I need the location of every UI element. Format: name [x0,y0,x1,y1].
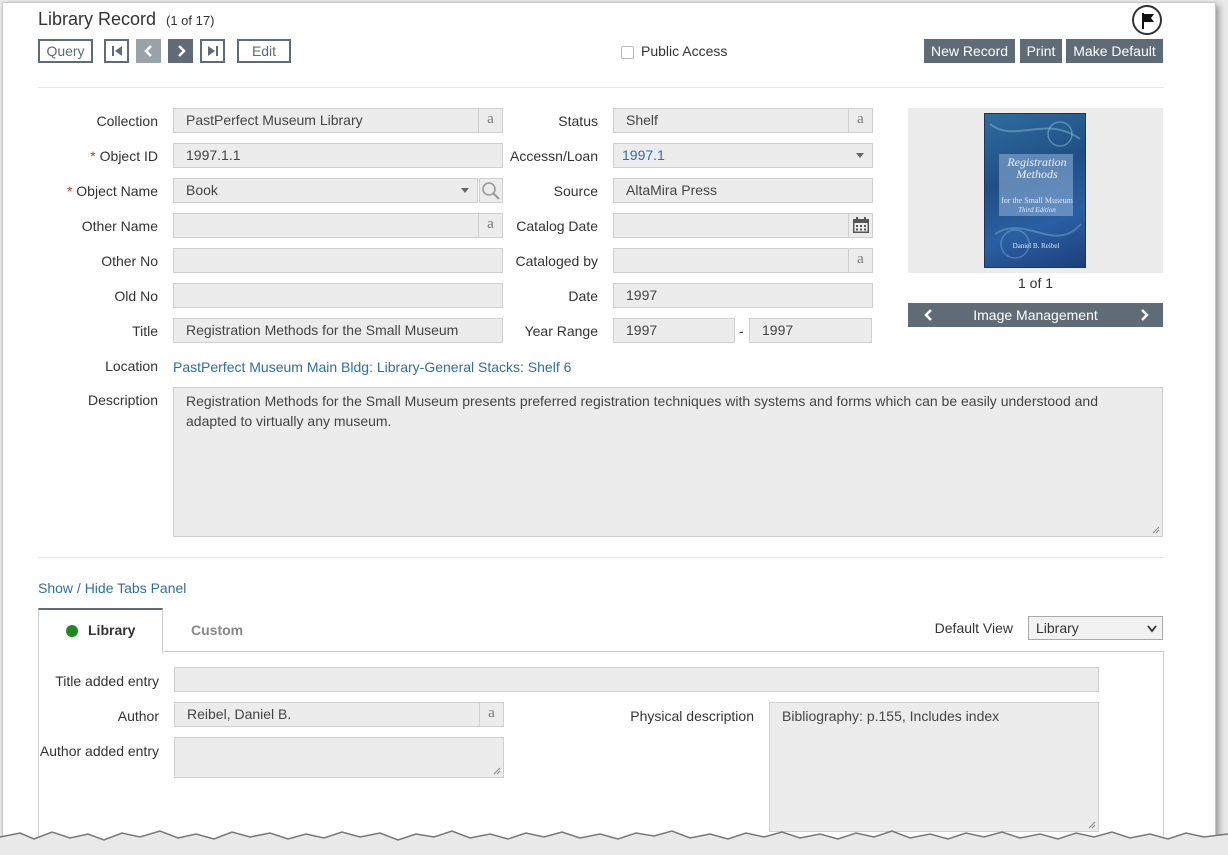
old-no-label: Old No [114,288,158,304]
catalog-date-field[interactable] [613,213,873,238]
authority-icon[interactable]: a [848,109,872,132]
object-id-label: * Object ID [90,148,158,164]
first-record-icon [112,46,122,56]
page-title: Library Record [38,9,157,29]
author-added-entry-label: Author added entry [39,743,159,759]
title-label: Title [132,323,158,339]
search-icon [482,182,500,200]
old-no-field[interactable] [173,283,503,308]
library-record-window: Library Record (1 of 17) Query Edit Publ… [2,2,1216,842]
resize-handle-icon[interactable] [1152,526,1160,534]
year-range-from-field[interactable]: 1997 [613,318,735,343]
other-no-label: Other No [101,253,158,269]
print-button[interactable]: Print [1020,39,1062,63]
record-count: (1 of 17) [166,13,215,28]
cataloged-by-field[interactable]: a [613,248,873,273]
caret-down-icon [856,153,864,158]
other-name-label: Other Name [81,218,158,234]
source-field[interactable]: AltaMira Press [613,178,873,203]
calendar-button[interactable] [848,214,872,237]
tab-custom[interactable]: Custom [191,622,243,638]
make-default-button[interactable]: Make Default [1066,39,1163,63]
required-marker: * [66,183,73,199]
object-name-search-button[interactable] [479,178,503,203]
title-added-entry-field[interactable] [174,667,1099,692]
year-range-to-field[interactable]: 1997 [749,318,872,343]
flag-button[interactable] [1132,5,1162,35]
year-range-separator: - [739,323,744,339]
collection-field[interactable]: PastPerfect Museum Library a [173,108,503,133]
next-image-button[interactable] [1123,303,1163,327]
previous-record-button[interactable] [136,39,161,63]
object-name-select[interactable]: Book [173,178,478,203]
last-record-button[interactable] [200,39,225,63]
previous-image-button[interactable] [908,303,948,327]
chevron-right-icon [178,45,186,57]
next-record-button[interactable] [168,39,193,63]
active-indicator-icon [66,625,78,637]
physical-description-field[interactable]: Bibliography: p.155, Includes index [769,702,1099,832]
author-label: Author [117,708,159,724]
authority-icon[interactable]: a [848,249,872,272]
public-access-label: Public Access [641,43,728,59]
image-nav-bar: Image Management [908,303,1163,327]
authority-icon[interactable]: a [478,109,502,132]
flag-icon [1142,13,1154,29]
date-label: Date [568,288,598,304]
new-record-button[interactable]: New Record [924,39,1015,63]
other-name-field[interactable]: a [173,213,503,238]
tab-library[interactable]: Library [38,608,163,654]
cover-title: Registration Methods [1007,155,1067,181]
calendar-icon [853,217,869,233]
caret-down-icon [461,188,469,193]
first-record-button[interactable] [104,39,129,63]
tab-library-label: Library [88,622,136,638]
cover-subtitle: for the Small Museum Third Edition [1001,196,1073,214]
required-marker: * [90,148,96,164]
title-field[interactable]: Registration Methods for the Small Museu… [173,318,503,343]
author-field[interactable]: Reibel, Daniel B. a [174,702,504,727]
object-id-field[interactable]: 1997.1.1 [173,143,503,168]
image-preview-panel: Registration Methods for the Small Museu… [908,108,1163,273]
query-button[interactable]: Query [38,39,93,63]
catalog-date-label: Catalog Date [516,218,598,234]
authority-icon[interactable]: a [479,703,503,726]
image-management-button[interactable]: Image Management [948,303,1123,327]
accessn-loan-label: Accessn/Loan [510,148,598,164]
chevron-left-icon [924,309,932,321]
book-cover-image[interactable]: Registration Methods for the Small Museu… [984,113,1086,268]
object-name-label: * Object Name [66,183,158,199]
physical-description-label: Physical description [630,708,754,724]
author-added-entry-field[interactable] [174,737,504,778]
edit-button[interactable]: Edit [237,39,291,63]
status-label: Status [558,113,598,129]
last-record-icon [208,46,218,56]
cover-author: Daniel B. Reibel [1012,242,1060,250]
other-no-field[interactable] [173,248,503,273]
default-view-label: Default View [934,620,1013,636]
torn-edge-decoration [0,830,1228,855]
chevron-left-icon [144,45,152,57]
status-field[interactable]: Shelf a [613,108,873,133]
chevron-right-icon [1141,309,1149,321]
year-range-label: Year Range [524,323,598,339]
description-label: Description [87,392,158,408]
location-label: Location [105,358,158,374]
cataloged-by-label: Cataloged by [515,253,598,269]
chevron-down-icon [1147,625,1157,633]
show-hide-tabs-link[interactable]: Show / Hide Tabs Panel [38,580,186,596]
default-view-select[interactable]: Library [1028,616,1163,640]
date-field[interactable]: 1997 [613,283,873,308]
public-access-checkbox[interactable] [621,46,634,59]
accessn-loan-select[interactable]: 1997.1 [613,143,873,168]
title-added-entry-label: Title added entry [55,673,159,689]
description-field[interactable]: Registration Methods for the Small Museu… [173,387,1163,537]
resize-handle-icon[interactable] [493,767,501,775]
location-link[interactable]: PastPerfect Museum Main Bldg: Library-Ge… [173,359,571,375]
source-label: Source [553,183,598,199]
image-counter: 1 of 1 [1017,275,1054,291]
divider [38,557,1164,558]
collection-label: Collection [96,113,158,129]
divider [38,87,1164,88]
